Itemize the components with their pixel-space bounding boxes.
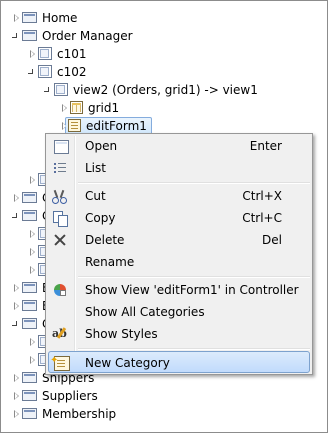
menu-separator xyxy=(78,348,310,350)
context-menu: Open Enter List Cut Ctrl+X Copy Ctrl+C D… xyxy=(45,133,313,375)
menu-item-new-category[interactable]: New Category xyxy=(48,350,310,373)
tree-node-view2[interactable]: view2 (Orders, grid1) -> view1 xyxy=(1,81,321,99)
menu-item-label: Rename xyxy=(85,255,135,269)
expand-arrow-icon[interactable] xyxy=(14,410,20,418)
page-icon xyxy=(22,210,37,221)
expand-arrow-icon[interactable] xyxy=(62,104,68,112)
expand-arrow-icon[interactable] xyxy=(14,392,20,400)
menu-item-show-view[interactable]: Show View 'editForm1' in Controller xyxy=(48,279,310,301)
container-icon xyxy=(38,65,52,78)
tree-node-label: Home xyxy=(42,11,78,25)
expand-arrow-icon[interactable] xyxy=(30,50,36,58)
menu-item-rename[interactable]: Rename xyxy=(48,251,310,273)
menu-item-list[interactable]: List xyxy=(48,157,310,179)
page-icon xyxy=(22,408,37,419)
project-explorer-tree: Home Order Manager c101 c102 view2 (Orde… xyxy=(0,0,328,433)
expand-arrow-icon[interactable] xyxy=(30,266,36,274)
tree-node-label: c101 xyxy=(57,47,87,61)
menu-separator xyxy=(78,182,310,184)
tree-node-label: Membership xyxy=(42,407,117,421)
menu-item-label: List xyxy=(85,161,106,175)
open-page-icon xyxy=(54,140,69,154)
page-icon xyxy=(22,30,37,41)
tree-node-c102[interactable]: c102 xyxy=(1,63,321,81)
page-icon xyxy=(22,12,37,23)
expand-arrow-icon[interactable] xyxy=(14,302,20,310)
page-icon xyxy=(22,300,37,311)
menu-item-label: Show All Categories xyxy=(85,305,205,319)
menu-item-label: Open xyxy=(85,139,118,153)
page-icon xyxy=(22,372,37,383)
collapse-arrow-icon[interactable] xyxy=(44,87,49,92)
menu-item-cut[interactable]: Cut Ctrl+X xyxy=(48,185,310,207)
menu-item-label: Copy xyxy=(85,211,116,225)
menu-item-copy[interactable]: Copy Ctrl+C xyxy=(48,207,310,229)
tree-node-label: Order Manager xyxy=(42,29,133,43)
menu-item-open[interactable]: Open Enter xyxy=(48,135,310,157)
menu-item-label: Delete xyxy=(85,233,125,247)
expand-arrow-icon[interactable] xyxy=(30,248,36,256)
tree-node-home[interactable]: Home xyxy=(1,9,321,27)
menu-item-show-all-categories[interactable]: Show All Categories xyxy=(48,301,310,323)
expand-arrow-icon[interactable] xyxy=(30,356,36,364)
expand-arrow-icon[interactable] xyxy=(14,14,20,22)
page-icon xyxy=(22,282,37,293)
show-view-icon xyxy=(52,282,68,298)
menu-item-label: Cut xyxy=(85,189,106,203)
menu-item-shortcut: Enter xyxy=(249,139,282,153)
tree-node-grid1[interactable]: grid1 xyxy=(1,99,321,117)
container-icon xyxy=(38,47,52,60)
expand-arrow-icon[interactable] xyxy=(30,230,36,238)
collapse-arrow-icon[interactable] xyxy=(12,321,17,326)
expand-arrow-icon[interactable] xyxy=(30,338,36,346)
menu-item-show-styles[interactable]: ab Show Styles xyxy=(48,323,310,345)
tree-node-label: grid1 xyxy=(88,101,120,115)
menu-item-delete[interactable]: Delete Del xyxy=(48,229,310,251)
new-category-icon xyxy=(50,350,70,372)
delete-x-icon xyxy=(52,232,68,248)
page-icon xyxy=(22,390,37,401)
expand-arrow-icon[interactable] xyxy=(30,176,36,184)
expand-arrow-icon[interactable] xyxy=(14,194,20,202)
tree-node-order-manager[interactable]: Order Manager xyxy=(1,27,321,45)
scissors-icon xyxy=(52,188,68,204)
collapse-arrow-icon[interactable] xyxy=(12,33,17,38)
view-icon xyxy=(54,83,68,96)
collapse-arrow-icon[interactable] xyxy=(12,213,17,218)
tree-node-label: view2 (Orders, grid1) -> view1 xyxy=(73,83,258,97)
copy-icon xyxy=(52,210,68,227)
page-icon xyxy=(22,192,37,203)
menu-item-shortcut: Ctrl+C xyxy=(242,211,282,225)
collapse-arrow-icon[interactable] xyxy=(28,69,33,74)
tree-node-label: Suppliers xyxy=(42,389,98,403)
grid-icon xyxy=(70,101,83,114)
menu-item-shortcut: Del xyxy=(262,233,282,247)
tree-node-c101[interactable]: c101 xyxy=(1,45,321,63)
menu-item-label: Show View 'editForm1' in Controller xyxy=(85,283,299,297)
expand-arrow-icon[interactable] xyxy=(14,284,20,292)
list-icon xyxy=(52,160,68,176)
menu-item-label: New Category xyxy=(85,356,170,370)
tree-node-label: c102 xyxy=(57,65,87,79)
styles-icon: ab xyxy=(52,326,68,342)
menu-item-label: Show Styles xyxy=(85,327,158,341)
expand-arrow-icon[interactable] xyxy=(14,374,20,382)
page-icon xyxy=(22,318,37,329)
tree-node-membership[interactable]: Membership xyxy=(1,405,321,423)
menu-separator xyxy=(78,276,310,278)
menu-item-shortcut: Ctrl+X xyxy=(242,189,282,203)
form-icon xyxy=(68,119,81,132)
tree-node-suppliers[interactable]: Suppliers xyxy=(1,387,321,405)
